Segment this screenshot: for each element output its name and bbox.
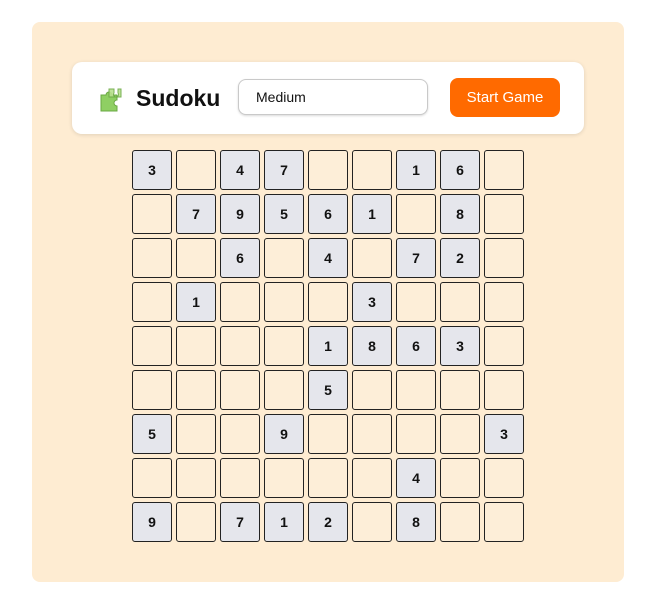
sudoku-cell[interactable] [176,414,216,454]
sudoku-cell[interactable]: 4 [220,150,260,190]
sudoku-cell[interactable] [440,502,480,542]
difficulty-select[interactable]: Medium [238,79,428,115]
sudoku-cell[interactable]: 6 [308,194,348,234]
sudoku-cell[interactable]: 5 [264,194,304,234]
sudoku-cell[interactable] [352,502,392,542]
sudoku-board: 3 4 7 1 6 7 9 5 6 1 8 6 4 7 2 1 3 1 8 6 … [132,150,524,542]
sudoku-cell[interactable] [352,150,392,190]
sudoku-cell[interactable]: 9 [220,194,260,234]
sudoku-cell[interactable] [308,414,348,454]
sudoku-cell[interactable] [132,282,172,322]
sudoku-cell[interactable] [264,238,304,278]
sudoku-cell[interactable] [484,282,524,322]
sudoku-cell[interactable]: 3 [440,326,480,366]
sudoku-cell[interactable] [264,282,304,322]
sudoku-cell[interactable] [264,326,304,366]
game-header: Sudoku Medium Start Game [72,62,584,134]
sudoku-cell[interactable]: 1 [396,150,436,190]
sudoku-cell[interactable] [308,458,348,498]
sudoku-cell[interactable]: 1 [352,194,392,234]
sudoku-cell[interactable] [484,502,524,542]
sudoku-cell[interactable]: 1 [264,502,304,542]
sudoku-cell[interactable] [440,370,480,410]
sudoku-cell[interactable] [220,326,260,366]
sudoku-cell[interactable]: 6 [396,326,436,366]
sudoku-cell[interactable] [220,414,260,454]
sudoku-cell[interactable] [176,502,216,542]
sudoku-cell[interactable] [440,414,480,454]
sudoku-cell[interactable]: 8 [396,502,436,542]
sudoku-cell[interactable] [264,458,304,498]
sudoku-cell[interactable]: 7 [396,238,436,278]
sudoku-cell[interactable] [396,414,436,454]
sudoku-cell[interactable] [176,458,216,498]
sudoku-cell[interactable]: 5 [308,370,348,410]
game-panel: Sudoku Medium Start Game 3 4 7 1 6 7 9 5… [32,22,624,582]
sudoku-cell[interactable] [484,458,524,498]
sudoku-cell[interactable] [176,370,216,410]
sudoku-cell[interactable]: 1 [176,282,216,322]
sudoku-cell[interactable] [176,326,216,366]
sudoku-cell[interactable]: 9 [132,502,172,542]
sudoku-cell[interactable]: 7 [220,502,260,542]
sudoku-cell[interactable]: 1 [308,326,348,366]
sudoku-cell[interactable] [176,150,216,190]
sudoku-cell[interactable]: 2 [440,238,480,278]
sudoku-cell[interactable] [352,370,392,410]
sudoku-cell[interactable] [132,326,172,366]
sudoku-cell[interactable] [352,458,392,498]
sudoku-cell[interactable] [484,326,524,366]
sudoku-cell[interactable] [132,370,172,410]
sudoku-cell[interactable]: 4 [308,238,348,278]
sudoku-cell[interactable] [484,194,524,234]
sudoku-cell[interactable] [308,282,348,322]
sudoku-cell[interactable] [132,238,172,278]
sudoku-cell[interactable]: 5 [132,414,172,454]
sudoku-cell[interactable] [440,458,480,498]
sudoku-cell[interactable]: 7 [264,150,304,190]
sudoku-cell[interactable] [220,282,260,322]
sudoku-cell[interactable] [176,238,216,278]
start-game-button[interactable]: Start Game [450,78,560,117]
sudoku-cell[interactable] [132,458,172,498]
sudoku-cell[interactable] [220,370,260,410]
sudoku-cell[interactable] [220,458,260,498]
sudoku-cell[interactable] [484,370,524,410]
sudoku-cell[interactable] [308,150,348,190]
sudoku-cell[interactable] [484,150,524,190]
sudoku-cell[interactable] [352,414,392,454]
sudoku-cell[interactable]: 3 [132,150,172,190]
sudoku-cell[interactable]: 8 [352,326,392,366]
sudoku-cell[interactable]: 6 [220,238,260,278]
sudoku-cell[interactable]: 9 [264,414,304,454]
puzzle-piece-icon [100,88,122,112]
sudoku-cell[interactable]: 4 [396,458,436,498]
sudoku-cell[interactable] [264,370,304,410]
sudoku-cell[interactable] [132,194,172,234]
sudoku-cell[interactable] [396,282,436,322]
sudoku-cell[interactable]: 3 [352,282,392,322]
sudoku-cell[interactable] [440,282,480,322]
sudoku-cell[interactable]: 7 [176,194,216,234]
sudoku-cell[interactable] [396,370,436,410]
sudoku-cell[interactable] [396,194,436,234]
sudoku-cell[interactable] [484,238,524,278]
sudoku-cell[interactable]: 6 [440,150,480,190]
sudoku-cell[interactable] [352,238,392,278]
sudoku-cell[interactable]: 8 [440,194,480,234]
sudoku-cell[interactable]: 2 [308,502,348,542]
sudoku-cell[interactable]: 3 [484,414,524,454]
page-title: Sudoku [136,85,221,111]
